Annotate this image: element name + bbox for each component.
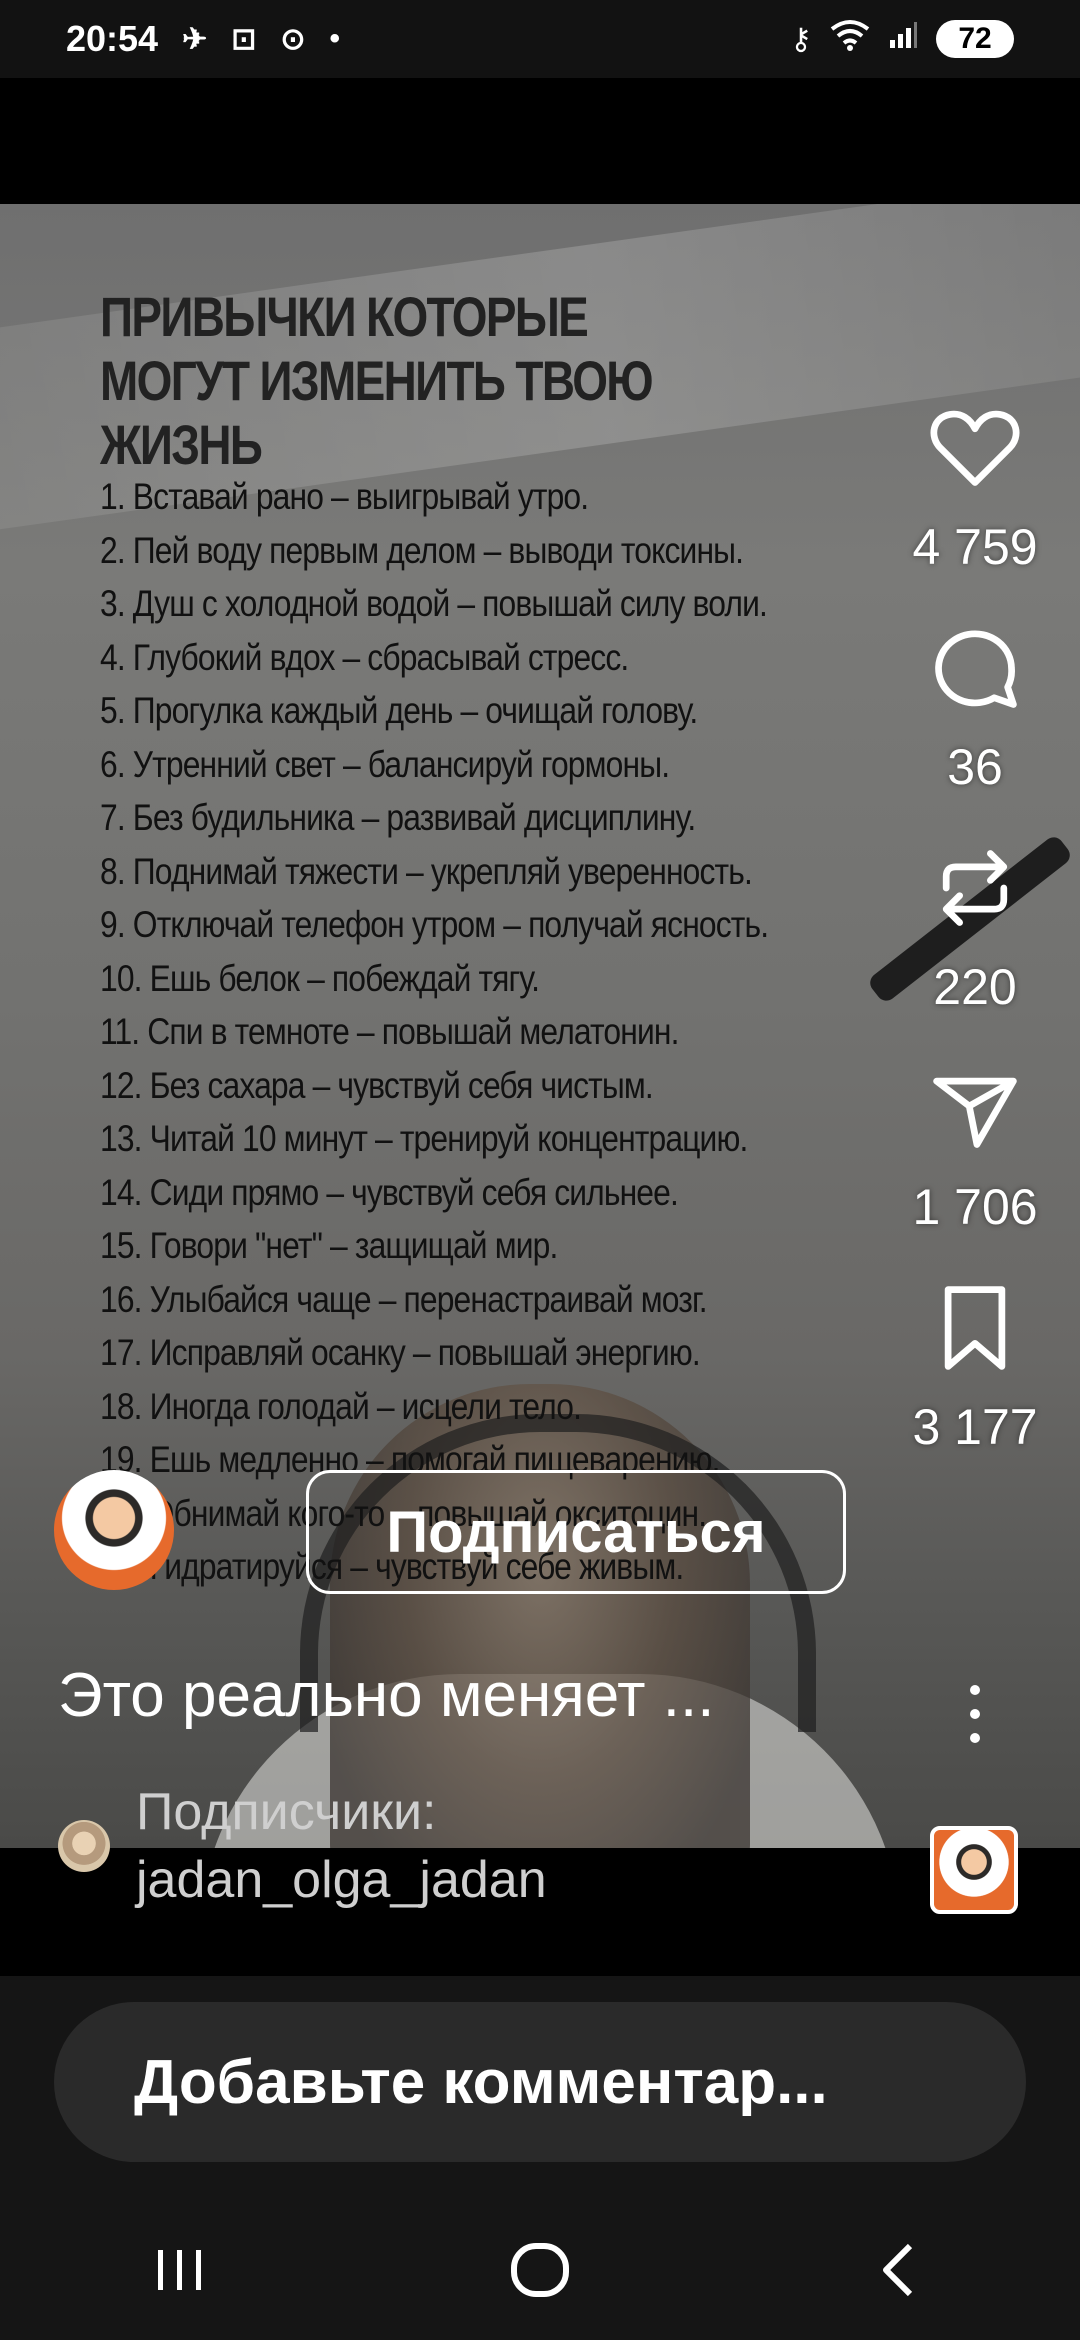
save-count: 3 177 xyxy=(912,1399,1038,1455)
dot-icon: • xyxy=(329,22,341,55)
screenshot-icon: ⊡ xyxy=(231,22,257,56)
save-button[interactable]: 3 177 xyxy=(912,1280,1038,1456)
subscribe-button[interactable]: Подписаться xyxy=(306,1470,846,1594)
status-left: 20:54 ✈ ⊡ ⊙ • xyxy=(66,18,340,60)
list-item: 10. Ешь белок – побеждай тягу. xyxy=(100,957,540,999)
follower-avatar[interactable] xyxy=(58,1820,110,1872)
list-item: 13. Читай 10 минут – тренируй концентрац… xyxy=(100,1118,748,1159)
audio-thumbnail[interactable] xyxy=(930,1826,1018,1914)
mute-icon: ✈ xyxy=(182,22,208,56)
followers-label: Подписчики: xyxy=(136,1783,437,1841)
list-item: 4. Глубокий вдох – сбрасывай стресс. xyxy=(100,636,629,678)
share-count: 1 706 xyxy=(912,1179,1038,1235)
habit-list: 1. Вставай рано – выигрывай утро. 2. Пей… xyxy=(100,470,769,1594)
post-caption[interactable]: Это реально меняет ... xyxy=(58,1660,714,1731)
follower-username[interactable]: jadan_olga_jadan xyxy=(136,1850,547,1910)
wifi-icon xyxy=(830,19,870,59)
like-count: 4 759 xyxy=(912,519,1038,575)
list-item: 12. Без сахара – чувствуй себя чистым. xyxy=(100,1064,654,1106)
repost-count: 220 xyxy=(933,959,1017,1015)
key-icon: ⚷ xyxy=(790,22,812,56)
author-avatar[interactable] xyxy=(54,1470,174,1590)
comment-icon xyxy=(935,630,1017,708)
list-item: 9. Отключай телефон утром – получай ясно… xyxy=(100,904,769,945)
recent-apps-icon[interactable] xyxy=(120,2210,240,2330)
list-item: 3. Душ с холодной водой – повышай силу в… xyxy=(100,583,768,624)
action-column: 4 759 36 220 1 706 3 177 xyxy=(890,400,1060,1456)
status-bar: 20:54 ✈ ⊡ ⊙ • ⚷ 72 xyxy=(0,0,1080,78)
signal-icon xyxy=(888,20,918,58)
list-item: 18. Иногда голодай – исцели тело. xyxy=(100,1385,582,1427)
list-item: 2. Пей воду первым делом – выводи токсин… xyxy=(100,529,744,571)
list-item: 16. Улыбайся чаще – перенастраивай мозг. xyxy=(100,1278,708,1320)
battery-icon: 72 xyxy=(936,20,1014,58)
list-item: 15. Говори "нет" – защищай мир. xyxy=(100,1225,558,1266)
list-item: 11. Спи в темноте – повышай мелатонин. xyxy=(100,1011,679,1052)
list-item: 1. Вставай рано – выигрывай утро. xyxy=(100,476,589,517)
list-item: 6. Утренний свет – балансируй гормоны. xyxy=(100,743,670,785)
status-time: 20:54 xyxy=(66,18,159,59)
vpn-icon: ⊙ xyxy=(280,22,306,56)
status-right: ⚷ 72 xyxy=(790,19,1014,59)
bookmark-icon xyxy=(944,1286,1006,1370)
comment-input[interactable]: Добавьте комментар... xyxy=(54,2002,1026,2162)
list-item: 5. Прогулка каждый день – очищай голову. xyxy=(100,690,698,731)
more-options-icon[interactable] xyxy=(940,1685,1010,1805)
back-icon[interactable] xyxy=(840,2210,960,2330)
comment-count: 36 xyxy=(947,739,1003,795)
list-item: 8. Поднимай тяжести – укрепляй увереннос… xyxy=(100,850,753,892)
comments-button[interactable]: 36 xyxy=(927,620,1023,796)
heart-icon xyxy=(930,410,1020,486)
share-button[interactable]: 1 706 xyxy=(912,1060,1038,1236)
system-nav-bar xyxy=(0,2200,1080,2340)
home-icon[interactable] xyxy=(480,2210,600,2330)
send-icon xyxy=(933,1077,1017,1148)
post-title: ПРИВЫЧКИ КОТОРЫЕ МОГУТ ИЗМЕНИТЬ ТВОЮ ЖИЗ… xyxy=(100,285,654,476)
repost-button[interactable]: 220 xyxy=(927,840,1023,1016)
like-button[interactable]: 4 759 xyxy=(912,400,1038,576)
repost-icon xyxy=(942,850,1008,926)
top-spacer xyxy=(0,78,1080,204)
list-item: 14. Сиди прямо – чувствуй себя сильнее. xyxy=(100,1171,679,1213)
list-item: 7. Без будильника – развивай дисциплину. xyxy=(100,797,696,838)
list-item: 17. Исправляй осанку – повышай энергию. xyxy=(100,1332,701,1373)
